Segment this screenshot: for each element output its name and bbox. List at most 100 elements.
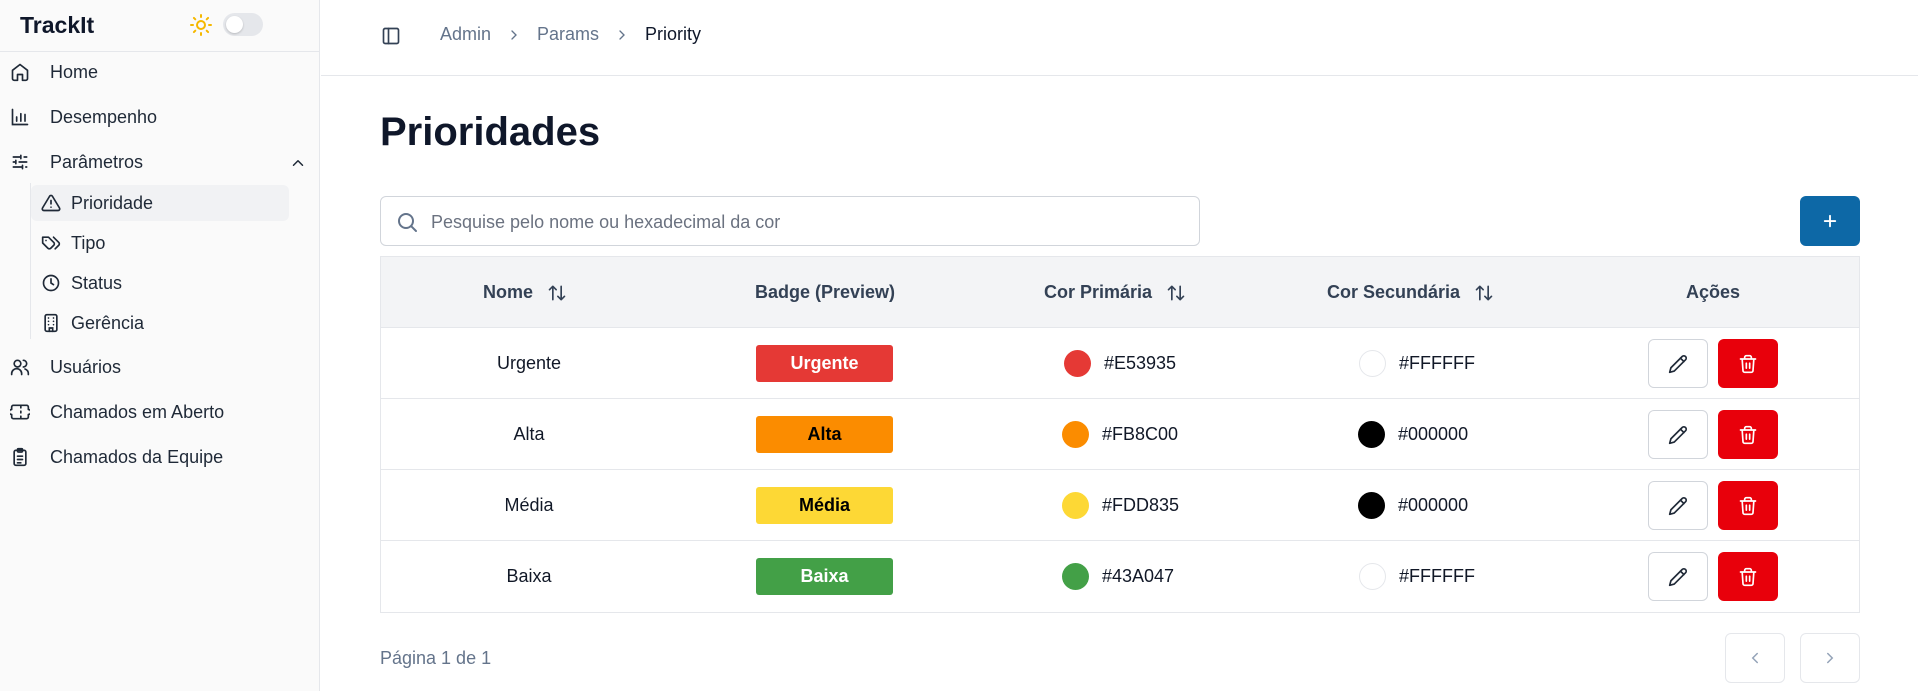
pagination-info: Página 1 de 1	[380, 648, 492, 668]
sidebar-subitem-prioridade[interactable]: Prioridade	[31, 185, 289, 221]
chevron-right-icon	[619, 29, 625, 40]
delete-button[interactable]	[1718, 481, 1778, 530]
brand-row: TrackIt	[0, 0, 319, 52]
cell-badge: Alta	[756, 399, 893, 470]
top-header: Admin Params Priority	[321, 0, 1918, 76]
table-header: Nome Badge (Preview) Cor Primária Cor Se…	[381, 257, 1859, 328]
color-swatch	[1062, 421, 1089, 448]
sidebar-item-label: Usuários	[50, 356, 122, 377]
previous-page-button[interactable]	[1725, 633, 1785, 683]
edit-button[interactable]	[1648, 481, 1708, 530]
sidebar-item-label: Desempenho	[50, 106, 158, 127]
delete-button[interactable]	[1718, 552, 1778, 601]
sidebar-item-home[interactable]: Home	[0, 54, 320, 90]
hex-value: #E53935	[1104, 353, 1177, 373]
trash-icon	[1739, 354, 1757, 373]
color-swatch	[1062, 492, 1089, 519]
color-swatch	[1358, 421, 1385, 448]
delete-button[interactable]	[1718, 410, 1778, 459]
sidebar-subitem-status[interactable]: Status	[31, 265, 289, 301]
cell-badge: Média	[756, 470, 893, 541]
cell-nome: Baixa	[506, 566, 552, 586]
sidebar-item-parametros[interactable]: Parâmetros	[0, 144, 320, 180]
cell-primary-color: #E53935	[1064, 328, 1176, 399]
color-swatch	[1359, 563, 1386, 590]
cell-secondary-color: #FFFFFF	[1359, 541, 1475, 612]
column-header-secondary[interactable]: Cor Secundária	[1327, 257, 1494, 328]
priority-table: Nome Badge (Preview) Cor Primária Cor Se…	[380, 256, 1860, 613]
edit-button[interactable]	[1648, 339, 1708, 388]
chevron-up-icon[interactable]	[289, 154, 307, 172]
column-header-actions: Ações	[1686, 257, 1740, 328]
pencil-icon	[1668, 496, 1687, 515]
plus-icon	[1823, 214, 1837, 228]
cell-primary-color: #FDD835	[1062, 470, 1179, 541]
search-input[interactable]	[431, 207, 1181, 237]
column-header-primary[interactable]: Cor Primária	[1044, 257, 1186, 328]
column-header-nome[interactable]: Nome	[483, 257, 567, 328]
building-icon	[44, 313, 58, 333]
trash-icon	[1739, 496, 1757, 515]
sort-icon[interactable]	[1474, 283, 1494, 303]
hex-value: #FDD835	[1102, 495, 1180, 515]
sidebar-item-chamados-aberto[interactable]: Chamados em Aberto	[0, 394, 320, 430]
sidebar-subitem-gerencia[interactable]: Gerência	[31, 305, 289, 341]
add-priority-button[interactable]	[1800, 196, 1860, 246]
alert-triangle-icon	[41, 194, 61, 212]
cell-primary-color: #FB8C00	[1062, 399, 1178, 470]
theme-toggle[interactable]	[223, 13, 263, 36]
page-title: Prioridades	[380, 110, 601, 154]
cell-nome: Média	[504, 495, 554, 515]
cell-nome: Urgente	[496, 353, 562, 373]
sidebar-subitem-label: Prioridade	[71, 192, 154, 213]
sidebar-subitem-label: Gerência	[71, 312, 145, 333]
sidebar-item-chamados-equipe[interactable]: Chamados da Equipe	[0, 439, 320, 475]
toggle-sidebar-icon[interactable]	[381, 26, 401, 46]
hex-value: #000000	[1398, 495, 1469, 515]
sidebar-subitem-tipo[interactable]: Tipo	[31, 225, 289, 261]
chevron-right-icon	[511, 29, 517, 40]
pencil-icon	[1668, 567, 1687, 586]
column-label: Badge (Preview)	[755, 282, 896, 302]
delete-button[interactable]	[1718, 339, 1778, 388]
edit-button[interactable]	[1648, 410, 1708, 459]
cell-nome: Alta	[513, 424, 545, 444]
sidebar-item-label: Chamados da Equipe	[50, 446, 224, 467]
color-swatch	[1358, 492, 1385, 519]
pencil-icon	[1668, 354, 1687, 373]
hex-value: #FB8C00	[1102, 424, 1179, 444]
next-page-button[interactable]	[1800, 633, 1860, 683]
tags-icon	[41, 236, 61, 250]
column-label: Cor Secundária	[1327, 282, 1461, 302]
sort-icon[interactable]	[1166, 283, 1186, 303]
sidebar-item-usuarios[interactable]: Usuários	[0, 349, 320, 385]
column-label: Cor Primária	[1044, 282, 1153, 302]
column-label: Nome	[483, 282, 534, 302]
breadcrumb-admin[interactable]: Admin	[440, 24, 491, 45]
cell-secondary-color: #000000	[1358, 470, 1468, 541]
priority-badge: Baixa	[756, 558, 893, 595]
color-swatch	[1064, 350, 1091, 377]
search-icon	[398, 213, 417, 232]
table-row: Alta Alta #FB8C00 #000000	[381, 399, 1859, 470]
table-row: Baixa Baixa #43A047 #FFFFFF	[381, 541, 1859, 612]
sidebar-item-label: Parâmetros	[50, 151, 144, 172]
column-header-badge: Badge (Preview)	[755, 257, 895, 328]
trash-icon	[1739, 567, 1757, 586]
table-row: Média Média #FDD835 #000000	[381, 470, 1859, 541]
table-row: Urgente Urgente #E53935 #FFFFFF	[381, 328, 1859, 399]
column-label: Ações	[1686, 282, 1741, 302]
sidebar-item-desempenho[interactable]: Desempenho	[0, 99, 320, 135]
ticket-icon	[10, 404, 30, 420]
sidebar-item-label: Chamados em Aberto	[50, 401, 225, 422]
clock-icon	[42, 274, 60, 292]
hex-value: #43A047	[1102, 566, 1175, 586]
breadcrumb-params[interactable]: Params	[537, 24, 599, 45]
edit-button[interactable]	[1648, 552, 1708, 601]
breadcrumb-current: Priority	[645, 24, 702, 44]
home-icon	[11, 63, 29, 82]
sort-icon[interactable]	[547, 283, 567, 303]
color-swatch	[1359, 350, 1386, 377]
cell-badge: Urgente	[756, 328, 893, 399]
cell-secondary-color: #FFFFFF	[1359, 328, 1475, 399]
